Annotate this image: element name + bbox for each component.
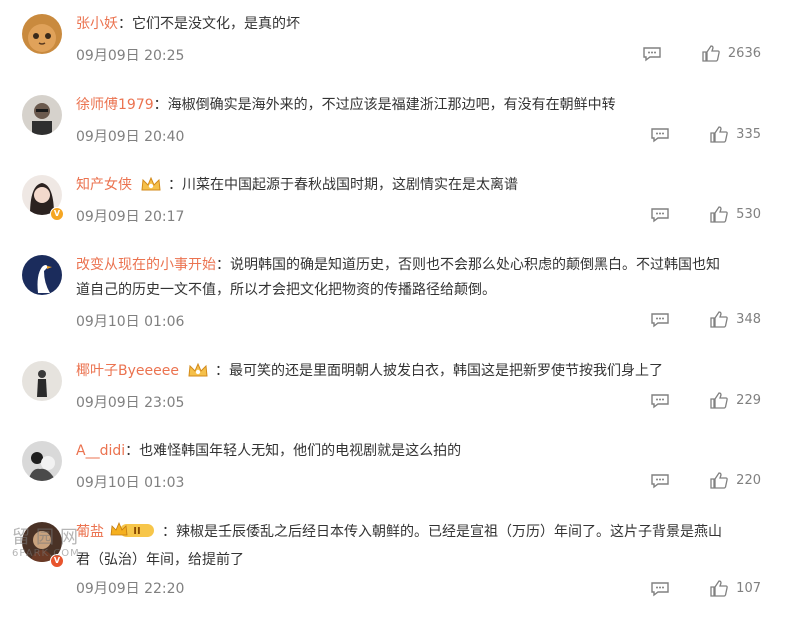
comment-actions: 229	[650, 392, 761, 409]
like-count: 348	[736, 312, 761, 327]
reply-icon[interactable]	[650, 312, 670, 328]
comment-text: ：川菜在中国起源于春秋战国时期，这剧情实在是太离谱	[168, 177, 518, 193]
comment-time: 09月09日 20:40	[76, 129, 185, 145]
watermark-sub: 6PARK.COM	[12, 548, 80, 559]
crown-badge-icon	[140, 175, 162, 202]
like-icon[interactable]	[702, 45, 720, 62]
comment-text-cont: 君（弘治）年间，给提前了	[76, 552, 244, 568]
comment-time: 09月09日 20:17	[76, 209, 185, 225]
like-icon[interactable]	[710, 311, 728, 328]
reply-icon[interactable]	[650, 207, 670, 223]
comment-actions: 107	[650, 580, 761, 597]
like-icon[interactable]	[710, 472, 728, 489]
comment-text: ：最可笑的还是里面明朝人披发白衣，韩国这是把新罗使节按我们身上了	[214, 363, 663, 379]
comment-time: 09月09日 23:05	[76, 395, 185, 411]
comment-time: 09月09日 20:25	[76, 48, 185, 64]
like-icon[interactable]	[710, 126, 728, 143]
comment-actions: 530	[650, 206, 761, 223]
verified-badge-icon: V	[50, 207, 64, 221]
comment-actions: 335	[650, 126, 761, 143]
comment-time: 09月09日 22:20	[76, 581, 185, 597]
like-icon[interactable]	[710, 206, 728, 223]
comment-text: ：辣椒是壬辰倭乱之后经日本传入朝鲜的。已经是宣祖（万历）年间了。这片子背景是燕山	[162, 524, 722, 540]
reply-icon[interactable]	[650, 127, 670, 143]
username[interactable]: 改变从现在的小事开始	[76, 257, 216, 273]
avatar[interactable]	[22, 95, 62, 135]
like-count: 107	[736, 581, 761, 596]
like-icon[interactable]	[710, 580, 728, 597]
comment-actions: 2636	[642, 45, 761, 62]
like-count: 2636	[727, 46, 761, 61]
like-count: 220	[736, 473, 761, 488]
comment-text: ：也难怪韩国年轻人无知，他们的电视剧就是这么拍的	[125, 443, 462, 459]
username[interactable]: A__didi	[76, 443, 125, 459]
avatar[interactable]	[22, 255, 62, 295]
comment-text: ：它们不是没文化，是真的坏	[118, 16, 300, 32]
like-icon[interactable]	[710, 392, 728, 409]
username[interactable]: 知产女侠	[76, 177, 132, 193]
level-text: II	[133, 526, 140, 537]
comment-time: 09月10日 01:06	[76, 314, 185, 330]
like-count: 530	[736, 207, 761, 222]
reply-icon[interactable]	[650, 473, 670, 489]
watermark: 留园网 6PARK.COM	[12, 528, 84, 560]
reply-icon[interactable]	[650, 393, 670, 409]
watermark-main: 留园网	[12, 527, 84, 548]
comment-text: ：说明韩国的确是知道历史，否则也不会那么处心积虑的颠倒黑白。不过韩国也知	[216, 257, 720, 273]
comment-text-cont: 道自己的历史一文不值，所以才会把文化把物资的传播路径给颠倒。	[76, 282, 496, 298]
avatar[interactable]	[22, 441, 62, 481]
comment-actions: 220	[650, 472, 761, 489]
comment-text: ：海椒倒确实是海外来的，不过应该是福建浙江那边吧，有没有在朝鲜中转	[153, 97, 616, 113]
like-count: 335	[736, 127, 761, 142]
avatar[interactable]	[22, 361, 62, 401]
avatar[interactable]	[22, 14, 62, 54]
reply-icon[interactable]	[642, 46, 662, 62]
username[interactable]: 徐师傅1979	[76, 97, 154, 113]
username[interactable]: 椰叶子Byeeeee	[76, 363, 179, 379]
comment-actions: 348	[650, 311, 761, 328]
comment-time: 09月10日 01:03	[76, 475, 185, 491]
username[interactable]: 张小妖	[76, 16, 118, 32]
reply-icon[interactable]	[650, 581, 670, 597]
level-badge-icon: II	[110, 521, 156, 548]
crown-badge-icon	[187, 361, 209, 388]
like-count: 229	[736, 393, 761, 408]
